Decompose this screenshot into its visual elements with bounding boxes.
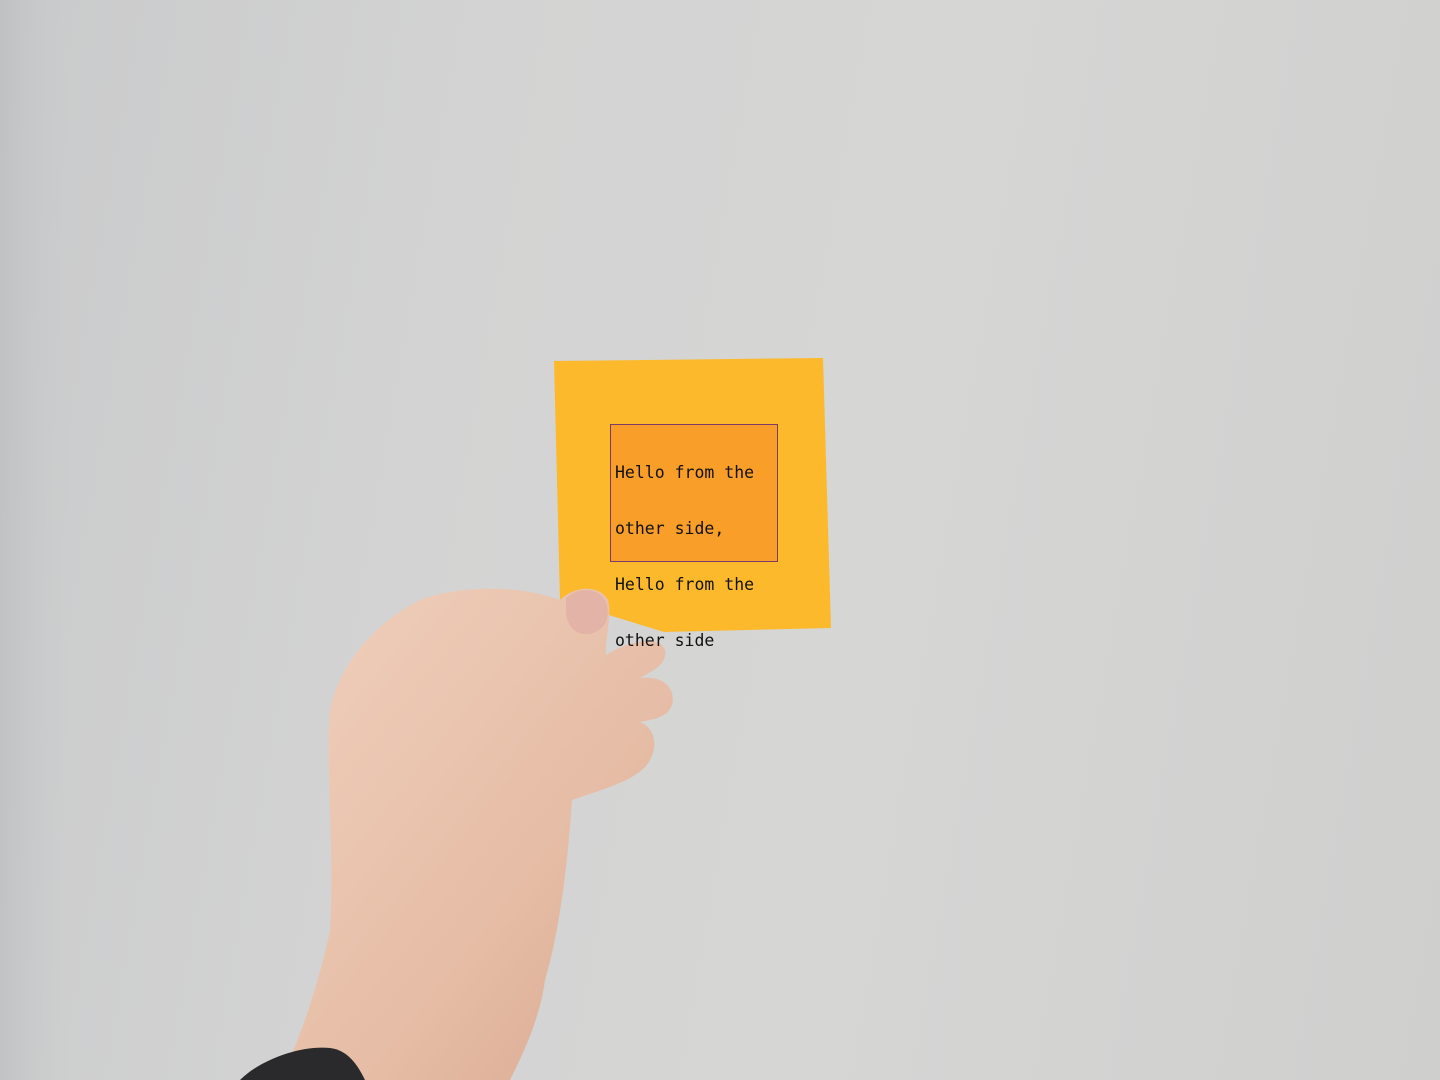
note-line: other side, [615, 519, 725, 538]
note-line: other side [615, 631, 715, 650]
note-text-box: Hello from the other side, Hello from th… [610, 424, 778, 650]
note-line: Hello from the [615, 463, 755, 482]
note-line: Hello from the [615, 575, 755, 594]
